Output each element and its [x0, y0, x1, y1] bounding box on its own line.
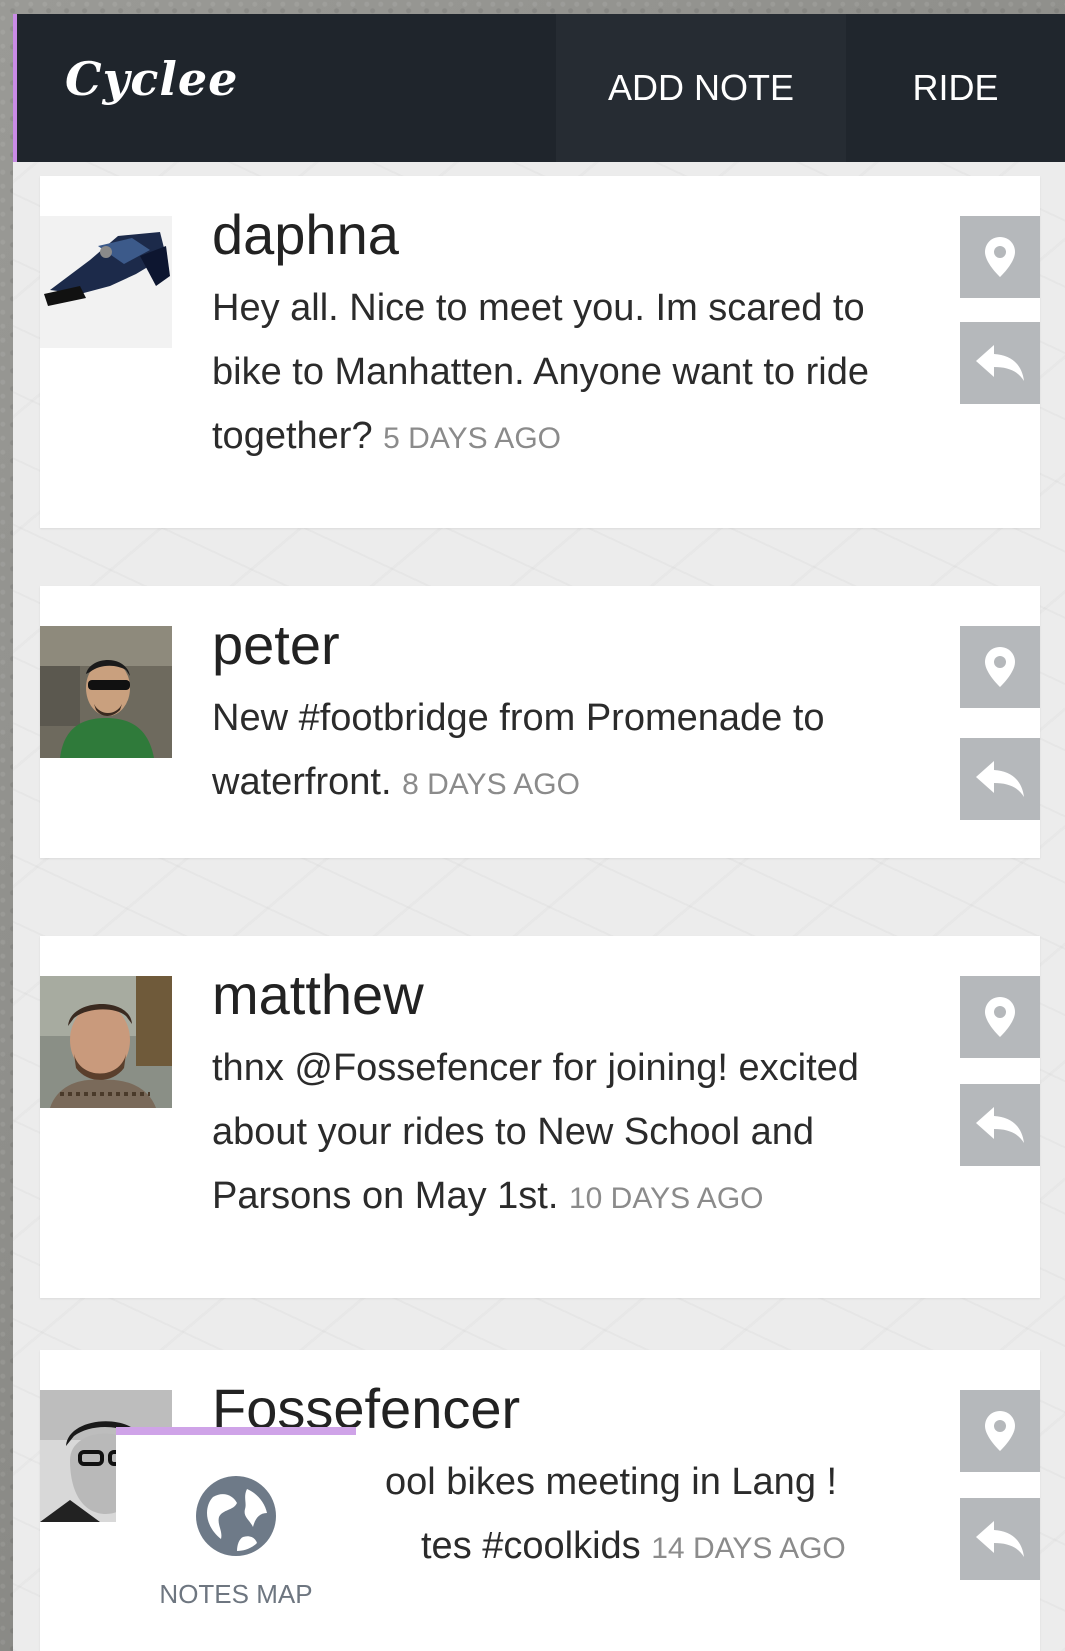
- reply-arrow-icon: [976, 1521, 1024, 1557]
- location-button[interactable]: [960, 216, 1040, 298]
- top-nav-bar: Cyclee ADD NOTE RIDE: [13, 14, 1065, 162]
- note-message: Hey all. Nice to meet you. Im scared to …: [212, 276, 932, 471]
- note-timestamp: 10 DAYS AGO: [568, 1182, 764, 1215]
- note-card: daphna Hey all. Nice to meet you. Im sca…: [40, 176, 1040, 528]
- note-timestamp: 14 DAYS AGO: [651, 1532, 846, 1565]
- note-text: ool bikes meeting in Lang !: [385, 1461, 838, 1503]
- location-button[interactable]: [960, 1390, 1040, 1472]
- note-username[interactable]: peter: [212, 612, 340, 677]
- note-username[interactable]: daphna: [212, 202, 399, 267]
- ride-button[interactable]: RIDE: [846, 14, 1065, 162]
- app-logo[interactable]: Cyclee: [65, 52, 238, 106]
- note-text-line2: tes #coolkids: [421, 1525, 641, 1567]
- note-card: peter New #footbridge from Promenade to …: [40, 586, 1040, 858]
- add-note-button[interactable]: ADD NOTE: [556, 14, 846, 162]
- reply-button[interactable]: [960, 322, 1040, 404]
- note-message: ool bikes meeting in Lang ! tes #coolkid…: [385, 1450, 945, 1581]
- map-pin-icon: [985, 237, 1015, 277]
- map-pin-icon: [985, 997, 1015, 1037]
- note-username[interactable]: matthew: [212, 962, 424, 1027]
- reply-button[interactable]: [960, 1498, 1040, 1580]
- note-timestamp: 5 DAYS AGO: [383, 422, 561, 455]
- avatar[interactable]: [40, 216, 172, 348]
- avatar[interactable]: [40, 976, 172, 1108]
- location-button[interactable]: [960, 976, 1040, 1058]
- note-message: thnx @Fossefencer for joining! excited a…: [212, 1036, 932, 1231]
- globe-icon: [196, 1476, 276, 1556]
- reply-arrow-icon: [976, 345, 1024, 381]
- reply-arrow-icon: [976, 761, 1024, 797]
- reply-button[interactable]: [960, 738, 1040, 820]
- reply-arrow-icon: [976, 1107, 1024, 1143]
- reply-button[interactable]: [960, 1084, 1040, 1166]
- app-window: Cyclee ADD NOTE RIDE daphna Hey all. Nic…: [13, 14, 1065, 1651]
- note-message: New #footbridge from Promenade to waterf…: [212, 686, 932, 817]
- note-card: matthew thnx @Fossefencer for joining! e…: [40, 936, 1040, 1298]
- notes-map-button[interactable]: NOTES MAP: [116, 1427, 356, 1651]
- notes-map-label: NOTES MAP: [159, 1579, 313, 1609]
- accent-bar: [13, 14, 17, 162]
- note-timestamp: 8 DAYS AGO: [402, 768, 580, 801]
- map-pin-icon: [985, 647, 1015, 687]
- map-pin-icon: [985, 1411, 1015, 1451]
- location-button[interactable]: [960, 626, 1040, 708]
- avatar[interactable]: [40, 626, 172, 758]
